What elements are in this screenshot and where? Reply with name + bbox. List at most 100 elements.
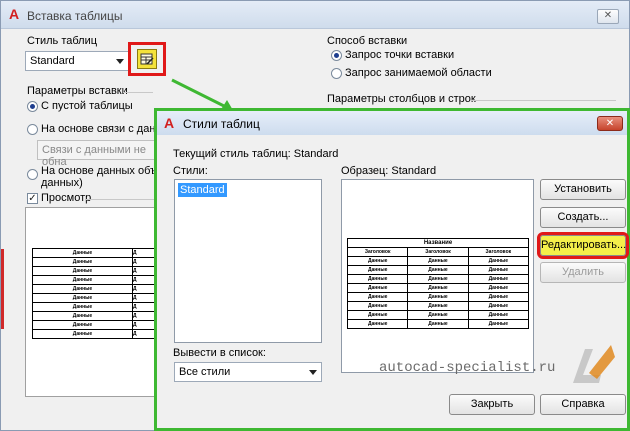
table-row: Данные Д <box>32 275 158 285</box>
table-row: Данные Данные Данные <box>346 292 530 302</box>
radio-data-link[interactable] <box>27 124 38 135</box>
table-cell: Заголовок <box>407 247 469 257</box>
preview-table: Данные Д Данные Д Данные Д Данные Д Данные Д Данны… <box>32 248 158 339</box>
title-bar: A Стили таблиц ✕ <box>157 111 627 135</box>
table-cell: Данные <box>346 310 409 320</box>
site-logo-icon <box>573 345 615 383</box>
close-button[interactable]: ✕ <box>597 9 619 24</box>
table-cell: Данные <box>32 275 133 285</box>
table-cell: Данные <box>346 301 409 311</box>
table-row: Данные Д <box>32 320 158 330</box>
divider <box>471 100 616 101</box>
table-cell: Данные <box>407 265 469 275</box>
table-row: Данные Д <box>32 329 158 339</box>
insert-params-label: Параметры вставки <box>27 85 128 97</box>
list-item[interactable]: Standard <box>178 183 227 197</box>
table-row: Данные Данные Данные <box>346 301 530 311</box>
table-cell: Данные <box>467 292 530 302</box>
table-style-label: Стиль таблиц <box>27 35 98 47</box>
column-row-params-label: Параметры столбцов и строк <box>327 93 476 105</box>
table-row: Данные Д <box>32 284 158 294</box>
dialog-title: Стили таблиц <box>183 117 260 131</box>
radio-empty-table-label: С пустой таблицы <box>41 100 133 112</box>
list-filter-select[interactable]: Все стили <box>174 362 322 382</box>
table-cell: Данные <box>407 274 469 284</box>
table-cell: Данные <box>32 302 133 312</box>
table-cell: Данные <box>32 293 133 303</box>
table-row: Данные Д <box>32 293 158 303</box>
help-button[interactable]: Справка <box>540 394 626 415</box>
styles-label: Стили: <box>173 165 208 177</box>
table-style-icon <box>137 49 157 69</box>
table-row: Данные Данные Данные <box>346 319 530 329</box>
table-cell: Данные <box>467 283 530 293</box>
table-row: Данные Д <box>32 302 158 312</box>
radio-window[interactable] <box>331 68 342 79</box>
table-style-dialog-button[interactable] <box>128 42 166 76</box>
close-button[interactable]: ✕ <box>597 116 623 131</box>
dropdown-arrow-icon <box>116 59 124 64</box>
radio-empty-table[interactable] <box>27 101 38 112</box>
table-cell: Данные <box>346 265 409 275</box>
autocad-logo-icon: A <box>9 6 20 22</box>
table-row: Данные Д <box>32 257 158 267</box>
radio-insert-point-label: Запрос точки вставки <box>345 49 455 61</box>
radio-insert-point[interactable] <box>331 50 342 61</box>
list-filter-label: Вывести в список: <box>173 347 266 359</box>
radio-data-link-label: На основе связи с данны <box>41 123 170 135</box>
table-preview: Данные Д Данные Д Данные Д Данные Д Данные Д Данны… <box>25 207 158 397</box>
window-title: Вставка таблицы <box>27 9 123 23</box>
table-row: Данные Д <box>32 266 158 276</box>
table-row: Заголовок Заголовок Заголовок <box>346 247 530 257</box>
new-style-button[interactable]: Создать... <box>540 207 626 228</box>
table-cell: Данные <box>32 266 133 276</box>
table-cell: Данные <box>32 284 133 294</box>
autocad-logo-icon: A <box>164 115 175 131</box>
table-cell: Данные <box>407 283 469 293</box>
preview-checkbox[interactable]: ✓ <box>27 193 38 204</box>
table-style-select[interactable]: Standard <box>25 51 129 71</box>
radio-object-data-label-2: данных) <box>41 177 83 189</box>
table-cell: Данные <box>32 329 133 339</box>
data-link-select[interactable]: Связи с данными не обна <box>37 140 157 168</box>
table-cell: Данные <box>346 256 409 266</box>
close-dialog-button[interactable]: Закрыть <box>449 394 535 415</box>
table-cell: Данные <box>407 301 469 311</box>
title-bar: A Вставка таблицы ✕ <box>1 1 629 29</box>
table-cell: Заголовок <box>467 247 530 257</box>
table-cell: Данные <box>346 319 409 329</box>
table-row: Данные Д <box>32 311 158 321</box>
table-cell: Данные <box>32 320 133 330</box>
divider <box>123 92 153 93</box>
table-row: Название <box>347 238 529 248</box>
table-cell: Данные <box>407 310 469 320</box>
sample-label: Образец: Standard <box>341 165 437 177</box>
table-cell: Данные <box>407 319 469 329</box>
table-style-value: Standard <box>30 55 75 67</box>
modify-style-button[interactable]: Редактировать... <box>537 232 629 259</box>
set-current-button[interactable]: Установить <box>540 179 626 200</box>
table-cell: Данные <box>467 274 530 284</box>
radio-object-data[interactable] <box>27 169 38 180</box>
table-cell: Данные <box>346 283 409 293</box>
table-cell: Данные <box>346 292 409 302</box>
table-cell: Название <box>347 238 529 248</box>
style-sample-preview: Название Заголовок Заголовок Заголовок Данны… <box>341 179 534 373</box>
preview-label: Просмотр <box>41 192 92 204</box>
sample-table: Название Заголовок Заголовок Заголовок Данны… <box>346 238 530 329</box>
styles-list[interactable]: Standard <box>174 179 322 343</box>
table-cell: Данные <box>467 319 530 329</box>
table-cell: Данные <box>467 256 530 266</box>
table-cell: Данные <box>32 257 133 267</box>
table-styles-dialog: A Стили таблиц ✕ Текущий стиль таблиц: S… <box>154 108 630 431</box>
delete-style-button[interactable]: Удалить <box>540 262 626 283</box>
radio-window-label: Запрос занимаемой области <box>345 67 492 79</box>
table-cell: Данные <box>32 248 133 258</box>
list-filter-value: Все стили <box>179 366 231 378</box>
dropdown-arrow-icon <box>309 370 317 375</box>
table-cell: Заголовок <box>346 247 409 257</box>
table-row: Данные Данные Данные <box>346 265 530 275</box>
table-cell: Данные <box>407 256 469 266</box>
insert-mode-label: Способ вставки <box>327 35 408 47</box>
close-icon: ✕ <box>603 10 613 21</box>
